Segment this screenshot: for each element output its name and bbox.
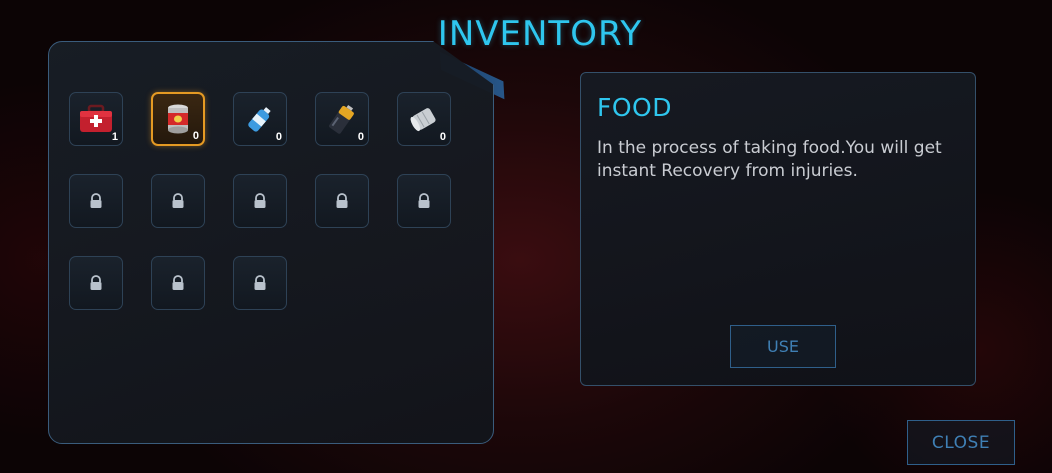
locked-slot[interactable] <box>233 256 287 310</box>
lock-icon <box>254 275 266 290</box>
item-description: In the process of taking food.You will g… <box>597 138 942 181</box>
inventory-slot-battery[interactable]: 0 <box>315 92 369 146</box>
locked-slot[interactable] <box>315 174 369 228</box>
lock-icon <box>254 193 266 208</box>
locked-slot[interactable] <box>397 174 451 228</box>
locked-slot[interactable] <box>69 256 123 310</box>
item-count: 0 <box>275 131 282 143</box>
inventory-panel: 1 0 0 0 0 <box>48 41 494 444</box>
water-bottle-icon <box>248 107 271 132</box>
locked-slot[interactable] <box>69 174 123 228</box>
lock-icon <box>336 193 348 208</box>
item-title: FOOD <box>597 93 672 122</box>
item-details-panel: FOOD In the process of taking food.You w… <box>580 72 976 386</box>
lock-icon <box>418 193 430 208</box>
lock-icon <box>90 275 102 290</box>
close-button[interactable]: CLOSE <box>907 420 1015 465</box>
medkit-icon <box>80 104 112 132</box>
canned-food-icon <box>168 104 188 134</box>
lock-icon <box>172 193 184 208</box>
locked-slot[interactable] <box>233 174 287 228</box>
inventory-slot-food[interactable]: 0 <box>151 92 205 146</box>
inventory-slot-medkit[interactable]: 1 <box>69 92 123 146</box>
lock-icon <box>90 193 102 208</box>
locked-slot[interactable] <box>151 174 205 228</box>
battery-icon <box>329 104 354 134</box>
item-count: 1 <box>111 131 118 143</box>
lock-icon <box>172 275 184 290</box>
use-button[interactable]: USE <box>730 325 836 368</box>
inventory-slot-bandage[interactable]: 0 <box>397 92 451 146</box>
item-count: 0 <box>439 131 446 143</box>
locked-slot[interactable] <box>151 256 205 310</box>
item-count: 0 <box>192 130 199 142</box>
bandage-roll-icon <box>410 108 436 132</box>
inventory-slot-water[interactable]: 0 <box>233 92 287 146</box>
item-count: 0 <box>357 131 364 143</box>
